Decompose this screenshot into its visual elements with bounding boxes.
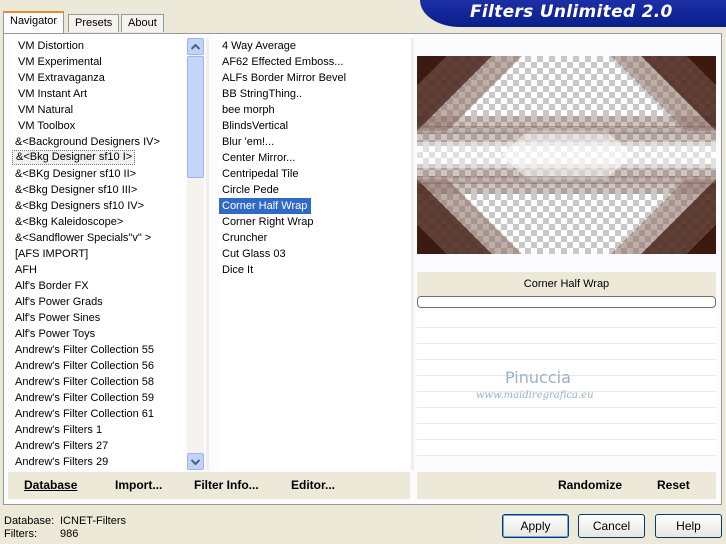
category-item[interactable]: VM Instant Art [12, 86, 186, 102]
category-item[interactable]: Andrew's Filter Collection 59 [12, 390, 186, 406]
randomize-button[interactable]: Randomize [558, 478, 622, 492]
scroll-down-button[interactable] [187, 453, 204, 470]
category-item[interactable]: VM Extravaganza [12, 70, 186, 86]
category-item[interactable]: VM Experimental [12, 54, 186, 70]
category-item[interactable]: VM Distortion [12, 38, 186, 54]
help-button[interactable]: Help [655, 514, 722, 538]
category-item[interactable]: Andrew's Filters 29 [12, 454, 186, 470]
filter-item[interactable]: Corner Right Wrap [219, 214, 410, 230]
filter-info-button[interactable]: Filter Info... [194, 478, 259, 492]
panel-divider [411, 38, 414, 470]
category-item[interactable]: Andrew's Filter Collection 58 [12, 374, 186, 390]
filter-item[interactable]: Blur 'em!... [219, 134, 410, 150]
slider-row [417, 312, 716, 328]
category-item[interactable]: &<Bkg Designer sf10 III> [12, 182, 186, 198]
filter-item[interactable]: bee morph [219, 102, 410, 118]
filter-item[interactable]: Centripedal Tile [219, 166, 410, 182]
filter-item[interactable]: Dice It [219, 262, 410, 278]
filter-item[interactable]: BB StringThing.. [219, 86, 410, 102]
scroll-thumb[interactable] [187, 56, 204, 178]
editor-button[interactable]: Editor... [291, 478, 335, 492]
database-status: Database: ICNET-Filters [4, 515, 126, 527]
reset-button[interactable]: Reset [657, 478, 690, 492]
category-item[interactable]: Andrew's Filter Collection 55 [12, 342, 186, 358]
category-item[interactable]: Alf's Power Toys [12, 326, 186, 342]
watermark-site: www.maidiregrafica.eu [476, 390, 594, 401]
category-item[interactable]: &<Sandflower Specials"v" > [12, 230, 186, 246]
filter-item[interactable]: Center Mirror... [219, 150, 410, 166]
apply-button[interactable]: Apply [502, 514, 569, 538]
slider-row [417, 424, 716, 440]
category-item[interactable]: Andrew's Filters 27 [12, 438, 186, 454]
database-button[interactable]: Database [24, 478, 77, 492]
filters-label: Filters: [4, 528, 37, 540]
category-item[interactable]: Alf's Power Grads [12, 294, 186, 310]
progress-bar [417, 296, 716, 308]
database-label: Database: [4, 515, 55, 527]
slider-row [417, 440, 716, 456]
filter-list[interactable]: 4 Way Average AF62 Effected Emboss... ALFs… [219, 38, 410, 470]
chevron-down-icon [191, 458, 200, 465]
category-item[interactable]: Alf's Border FX [12, 278, 186, 294]
slider-row [417, 328, 716, 344]
list-divider [206, 38, 209, 470]
tab-presets[interactable]: Presets [68, 14, 120, 32]
database-value: ICNET-Filters [60, 515, 126, 527]
preview-caption: Corner Half Wrap [417, 272, 716, 296]
category-scrollbar[interactable] [187, 38, 204, 470]
filters-status: Filters: 986 [4, 528, 78, 540]
category-list[interactable]: VM Distortion VM Experimental VM Extravaga… [12, 38, 186, 470]
category-item[interactable]: &<Bkg Kaleidoscope> [12, 214, 186, 230]
filter-item[interactable]: AF62 Effected Emboss... [219, 54, 410, 70]
category-item[interactable]: [AFS IMPORT] [12, 246, 186, 262]
category-item[interactable]: &<Bkg Designer sf10 I> [12, 150, 136, 165]
scroll-up-button[interactable] [187, 38, 204, 55]
slider-row [417, 408, 716, 424]
filter-item[interactable]: Cut Glass 03 [219, 246, 410, 262]
filter-item[interactable]: ALFs Border Mirror Bevel [219, 70, 410, 86]
category-item[interactable]: &<Background Designers IV> [12, 134, 186, 150]
slider-row [417, 344, 716, 360]
filter-item[interactable]: BlindsVertical [219, 118, 410, 134]
filters-count: 986 [60, 528, 79, 540]
cancel-button[interactable]: Cancel [578, 514, 645, 538]
category-item[interactable]: VM Natural [12, 102, 186, 118]
import-button[interactable]: Import... [115, 478, 162, 492]
category-item[interactable]: Alf's Power Sines [12, 310, 186, 326]
category-item[interactable]: &<Bkg Designers sf10 IV> [12, 198, 186, 214]
tab-about[interactable]: About [121, 14, 164, 32]
app-title: Filters Unlimited 2.0 [470, 2, 673, 22]
filter-item[interactable]: Circle Pede [219, 182, 410, 198]
chevron-up-icon [191, 43, 200, 50]
category-item[interactable]: &<BKg Designer sf10 II> [12, 166, 186, 182]
category-item[interactable]: Andrew's Filter Collection 56 [12, 358, 186, 374]
category-item[interactable]: Andrew's Filters 1 [12, 422, 186, 438]
filter-item[interactable]: 4 Way Average [219, 38, 410, 54]
tab-navigator[interactable]: Navigator [3, 11, 65, 33]
category-item[interactable]: Andrew's Filter Collection 61 [12, 406, 186, 422]
filter-item[interactable]: Cruncher [219, 230, 410, 246]
filter-preview-image [417, 56, 716, 254]
category-item[interactable]: VM Toolbox [12, 118, 186, 134]
filter-item[interactable]: Corner Half Wrap [219, 198, 312, 214]
watermark-name: Pinuccia [505, 368, 571, 387]
category-item[interactable]: AFH [12, 262, 186, 278]
